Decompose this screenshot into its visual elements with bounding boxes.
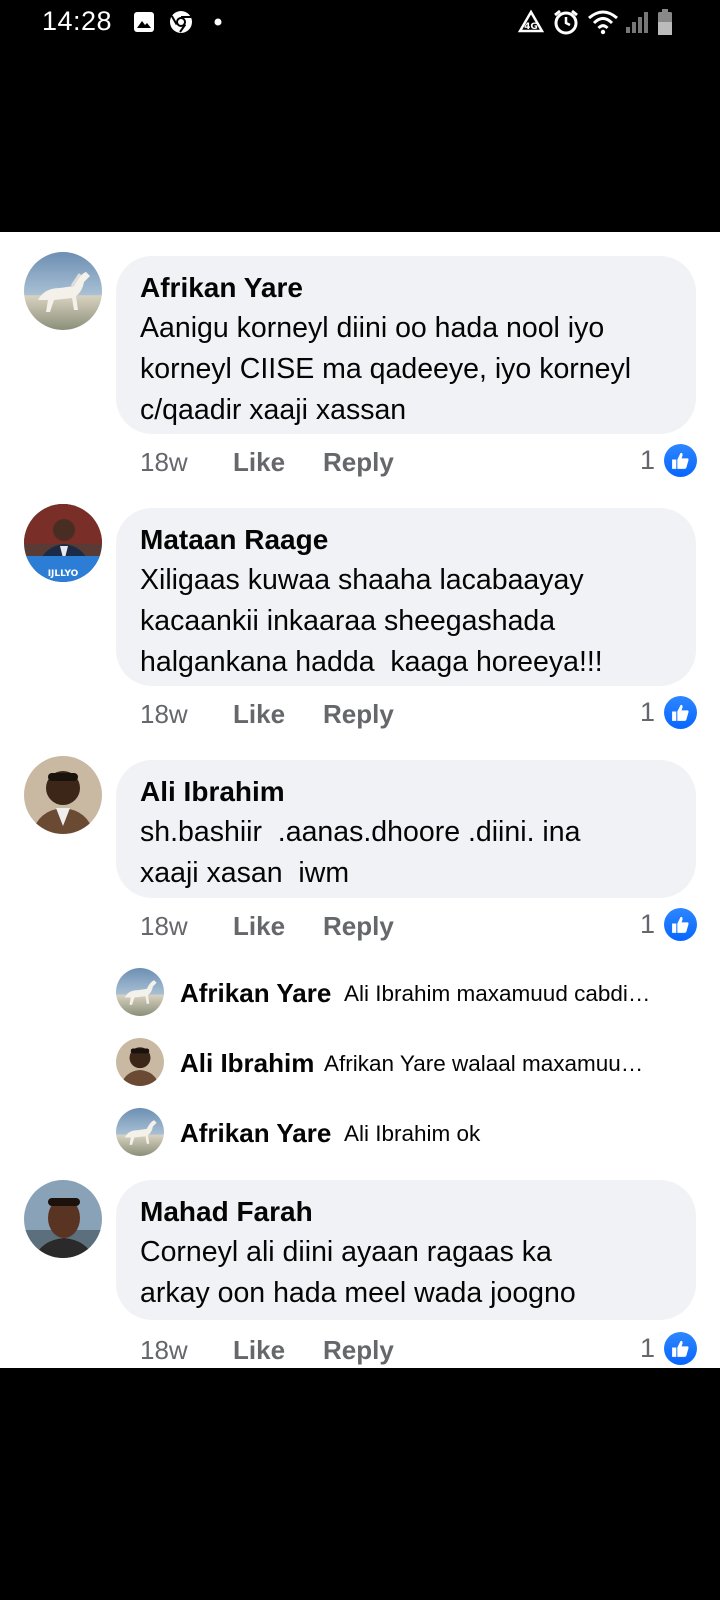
avatar[interactable] — [24, 252, 102, 330]
man-suit-flag-avatar-image: IJLLYO — [24, 504, 102, 582]
data-saver-icon: 4G — [518, 9, 544, 33]
reply-link[interactable]: Reply — [323, 444, 394, 480]
reaction-count[interactable]: 1 — [640, 442, 655, 478]
comment-time: 18w — [140, 1335, 188, 1365]
comment-time: 18w — [140, 911, 188, 941]
reply-author[interactable]: Ali Ibrahim — [180, 1048, 314, 1079]
comment-actions: 18w Like Reply — [140, 1332, 700, 1368]
comment-actions: 18w Like Reply — [140, 444, 700, 480]
reply-link[interactable]: Reply — [323, 1332, 394, 1368]
like-reaction-icon — [664, 696, 697, 729]
like-reaction-icon — [664, 908, 697, 941]
avatar-caption: IJLLYO — [48, 569, 79, 579]
reply-link[interactable]: Reply — [323, 696, 394, 732]
status-time: 14:28 — [42, 6, 113, 36]
comment-author[interactable]: Ali Ibrahim — [140, 774, 672, 812]
reply-author[interactable]: Afrikan Yare — [180, 978, 331, 1009]
comments-panel[interactable]: Afrikan Yare Aanigu korneyl diini oo had… — [0, 232, 720, 1368]
comment-text-line: c/qaadir xaaji xassan — [140, 394, 407, 426]
alarm-icon — [554, 9, 578, 35]
reply-text: Afrikan Yare walaal maxamuu… — [324, 1051, 644, 1076]
like-link[interactable]: Like — [233, 696, 285, 732]
reply-preview[interactable]: Afrikan Yare Ali Ibrahim maxamuud cabdi… — [116, 968, 696, 1018]
reply-link[interactable]: Reply — [323, 908, 394, 944]
like-reaction-icon — [664, 444, 697, 477]
avatar[interactable]: IJLLYO — [24, 504, 102, 582]
horse-avatar-image — [116, 1108, 164, 1156]
like-link[interactable]: Like — [233, 444, 285, 480]
like-reaction-icon — [664, 1332, 697, 1365]
comment-text-line: korneyl CIISE ma qadeeye, iyo korneyl — [140, 353, 632, 385]
comment-author[interactable]: Afrikan Yare — [140, 270, 672, 308]
reply-text: Ali Ibrahim maxamuud cabdi… — [344, 981, 651, 1006]
reply-text: Ali Ibrahim ok — [344, 1121, 481, 1146]
avatar[interactable] — [24, 1180, 102, 1258]
comment-text-line: Aanigu korneyl diini oo hada nool iyo — [140, 312, 605, 344]
dot-icon — [214, 18, 222, 26]
battery-icon — [658, 9, 672, 35]
comment-text-line: Xiligaas kuwaa shaaha lacabaayay — [140, 564, 584, 596]
chrome-icon — [170, 11, 192, 33]
like-link[interactable]: Like — [233, 908, 285, 944]
signal-icon — [626, 12, 648, 33]
reaction-count[interactable]: 1 — [640, 1330, 655, 1366]
comment-time: 18w — [140, 447, 188, 477]
reaction-count[interactable]: 1 — [640, 906, 655, 942]
avatar[interactable] — [24, 756, 102, 834]
reply-preview[interactable]: Ali Ibrahim Afrikan Yare walaal maxamuu… — [116, 1038, 696, 1088]
like-link[interactable]: Like — [233, 1332, 285, 1368]
comment-time: 18w — [140, 699, 188, 729]
comment-bubble[interactable]: Mataan Raage Xiligaas kuwaa shaaha lacab… — [116, 508, 696, 686]
comment-text-line: xaaji xasan iwm — [140, 857, 350, 889]
man-portrait-avatar-image — [116, 1038, 164, 1086]
bottom-blank-area — [0, 1368, 720, 1600]
comment-text-line: sh.bashiir .aanas.dhoore .diini. ina — [140, 816, 581, 848]
comment-text-line: arkay oon hada meel wada joogno — [140, 1277, 576, 1309]
comment-actions: 18w Like Reply — [140, 696, 700, 732]
comment-bubble[interactable]: Ali Ibrahim sh.bashiir .aanas.dhoore .di… — [116, 760, 696, 898]
comment-text-line: Corneyl ali diini ayaan ragaas ka — [140, 1236, 552, 1268]
reaction-count[interactable]: 1 — [640, 694, 655, 730]
reply-author[interactable]: Afrikan Yare — [180, 1118, 331, 1149]
comment-text-line: halgankana hadda kaaga horeeya!!! — [140, 646, 603, 678]
horse-avatar-image — [24, 252, 102, 330]
image-icon — [134, 12, 154, 32]
comment-bubble[interactable]: Afrikan Yare Aanigu korneyl diini oo had… — [116, 256, 696, 434]
horse-avatar-image — [116, 968, 164, 1016]
avatar[interactable] — [116, 1038, 164, 1086]
avatar[interactable] — [116, 968, 164, 1016]
svg-text:4G: 4G — [524, 22, 538, 32]
comment-bubble[interactable]: Mahad Farah Corneyl ali diini ayaan raga… — [116, 1180, 696, 1320]
avatar[interactable] — [116, 1108, 164, 1156]
man-portrait-avatar-image — [24, 756, 102, 834]
status-bar: 14:28 4G — [0, 0, 720, 46]
comment-text-line: kacaankii inkaaraa sheegashada — [140, 605, 556, 637]
comment-author[interactable]: Mahad Farah — [140, 1194, 672, 1232]
wifi-icon — [588, 10, 618, 35]
reply-preview[interactable]: Afrikan Yare Ali Ibrahim ok — [116, 1108, 696, 1158]
comment-actions: 18w Like Reply — [140, 908, 700, 944]
man-selfie-avatar-image — [24, 1180, 102, 1258]
comment-author[interactable]: Mataan Raage — [140, 522, 672, 560]
